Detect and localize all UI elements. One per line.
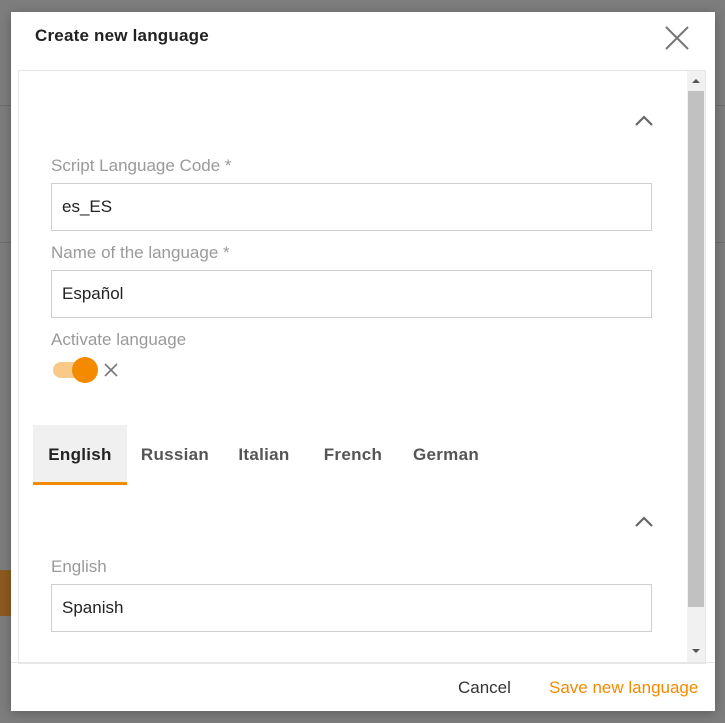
tab-french[interactable]: French	[309, 425, 397, 485]
translation-input[interactable]	[51, 584, 652, 632]
create-language-dialog: Create new language Script Language Code…	[11, 12, 715, 711]
dialog-body: Script Language Code * Name of the langu…	[18, 70, 706, 664]
chevron-up-icon	[635, 115, 653, 126]
tab-russian[interactable]: Russian	[129, 425, 221, 485]
script-code-input[interactable]	[51, 183, 652, 231]
script-code-label: Script Language Code *	[51, 156, 232, 175]
collapse-language-section-button[interactable]	[633, 114, 655, 128]
tab-english[interactable]: English	[33, 425, 127, 485]
cancel-button[interactable]: Cancel	[458, 678, 511, 698]
language-name-label: Name of the language *	[51, 243, 230, 262]
activate-language-toggle[interactable]	[51, 357, 99, 383]
activate-language-label: Activate language	[51, 330, 187, 349]
dialog-content: Script Language Code * Name of the langu…	[19, 71, 687, 663]
scroll-up-arrow-icon[interactable]	[687, 75, 705, 87]
dialog-header: Create new language	[11, 12, 715, 62]
save-new-language-button[interactable]: Save new language	[549, 678, 698, 698]
scrollbar-thumb[interactable]	[688, 91, 704, 607]
language-name-input[interactable]	[51, 270, 652, 318]
close-button[interactable]	[661, 22, 693, 54]
collapse-translation-section-button[interactable]	[633, 515, 655, 529]
close-icon	[665, 26, 689, 50]
dialog-title: Create new language	[35, 26, 209, 45]
translation-label: English	[51, 557, 107, 576]
dialog-footer: Cancel Save new language	[11, 662, 715, 711]
scroll-down-arrow-icon[interactable]	[687, 645, 705, 657]
tab-german[interactable]: German	[399, 425, 493, 485]
tab-italian[interactable]: Italian	[223, 425, 305, 485]
vertical-scrollbar[interactable]	[687, 71, 705, 663]
x-icon	[104, 363, 118, 377]
toggle-knob	[72, 357, 98, 383]
chevron-up-icon	[635, 516, 653, 527]
